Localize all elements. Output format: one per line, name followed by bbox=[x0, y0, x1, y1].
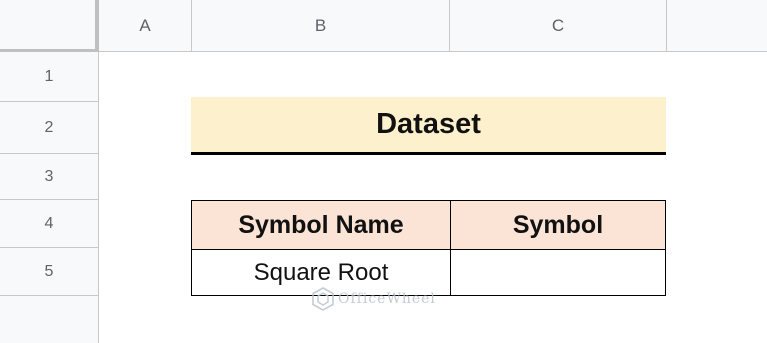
column-header-c[interactable]: C bbox=[450, 0, 667, 52]
row-header-1[interactable]: 1 bbox=[0, 52, 99, 102]
row-label: 2 bbox=[44, 118, 54, 136]
row-label: 1 bbox=[44, 67, 54, 85]
column-header-empty bbox=[667, 0, 767, 52]
row-header-4[interactable]: 4 bbox=[0, 200, 99, 248]
row-label: 4 bbox=[44, 214, 54, 232]
row-header-2[interactable]: 2 bbox=[0, 102, 99, 154]
column-label: C bbox=[551, 15, 565, 35]
row-header-3[interactable]: 3 bbox=[0, 154, 99, 200]
officewheel-logo-icon bbox=[312, 287, 334, 311]
watermark-text: OfficeWheel bbox=[338, 291, 436, 307]
column-header-b[interactable]: B bbox=[192, 0, 450, 52]
row-label: 5 bbox=[44, 262, 54, 280]
cell-symbol-empty[interactable] bbox=[450, 249, 666, 296]
select-all-corner[interactable] bbox=[0, 0, 99, 53]
column-label: A bbox=[139, 15, 151, 35]
row-header-5[interactable]: 5 bbox=[0, 248, 99, 296]
officewheel-watermark: OfficeWheel bbox=[312, 287, 436, 311]
row-label: 3 bbox=[44, 167, 54, 185]
column-label: B bbox=[314, 15, 327, 35]
header-symbol-name[interactable]: Symbol Name bbox=[191, 200, 451, 250]
row-header-empty bbox=[0, 296, 99, 343]
column-header-a[interactable]: A bbox=[99, 0, 192, 52]
header-symbol[interactable]: Symbol bbox=[450, 200, 666, 250]
dataset-title-cell[interactable]: Dataset bbox=[191, 97, 666, 155]
